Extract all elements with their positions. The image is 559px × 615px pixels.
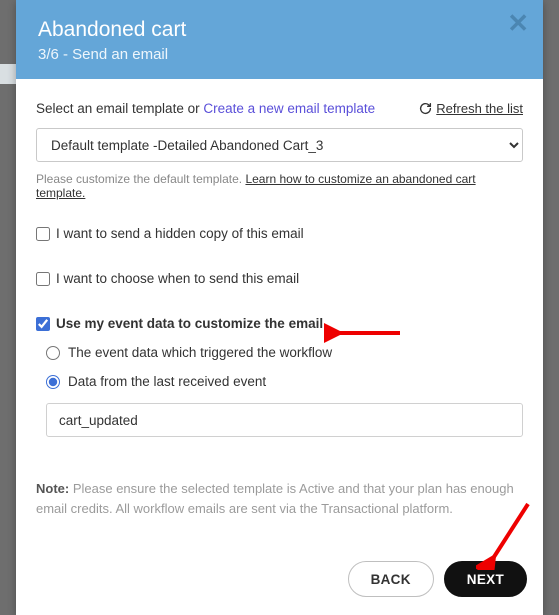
modal-backdrop: Abandoned cart 3/6 - Send an email ✕ Sel…: [0, 0, 559, 615]
note-label: Note:: [36, 481, 69, 496]
close-icon[interactable]: ✕: [507, 10, 529, 36]
template-row-top: Select an email template or Create a new…: [36, 101, 523, 116]
refresh-list-link[interactable]: Refresh the list: [419, 101, 523, 116]
choose-when-checkbox[interactable]: [36, 272, 50, 286]
hint-prefix: Please customize the default template.: [36, 172, 245, 186]
modal-body: Select an email template or Create a new…: [16, 79, 543, 551]
template-select[interactable]: Default template -Detailed Abandoned Car…: [36, 128, 523, 162]
hidden-copy-checkbox[interactable]: [36, 227, 50, 241]
refresh-label: Refresh the list: [436, 101, 523, 116]
hidden-copy-label: I want to send a hidden copy of this ema…: [56, 226, 304, 241]
back-button[interactable]: BACK: [348, 561, 434, 597]
refresh-icon: [419, 102, 432, 115]
radio-triggered-row[interactable]: The event data which triggered the workf…: [46, 345, 523, 360]
use-event-data-row[interactable]: Use my event data to customize the email: [36, 316, 523, 331]
modal-dialog: Abandoned cart 3/6 - Send an email ✕ Sel…: [16, 0, 543, 615]
use-event-data-label: Use my event data to customize the email: [56, 316, 323, 331]
use-event-data-checkbox[interactable]: [36, 317, 50, 331]
event-data-options: The event data which triggered the workf…: [36, 345, 523, 437]
note-text: Please ensure the selected template is A…: [36, 481, 514, 516]
next-button[interactable]: NEXT: [444, 561, 527, 597]
radio-last-received-row[interactable]: Data from the last received event: [46, 374, 523, 389]
modal-subtitle: 3/6 - Send an email: [38, 46, 521, 63]
radio-last-received[interactable]: [46, 375, 60, 389]
hidden-copy-row[interactable]: I want to send a hidden copy of this ema…: [36, 226, 523, 241]
modal-footer: BACK NEXT: [16, 551, 543, 615]
radio-last-received-label: Data from the last received event: [68, 374, 266, 389]
choose-when-label: I want to choose when to send this email: [56, 271, 299, 286]
choose-when-row[interactable]: I want to choose when to send this email: [36, 271, 523, 286]
select-prefix: Select an email template or: [36, 101, 203, 116]
note-block: Note: Please ensure the selected templat…: [36, 479, 523, 518]
customize-hint: Please customize the default template. L…: [36, 172, 523, 200]
background-strip: [0, 64, 16, 84]
event-name-input[interactable]: [46, 403, 523, 437]
select-template-label: Select an email template or Create a new…: [36, 101, 375, 116]
radio-triggered[interactable]: [46, 346, 60, 360]
modal-title: Abandoned cart: [38, 18, 521, 42]
modal-header: Abandoned cart 3/6 - Send an email ✕: [16, 0, 543, 79]
create-template-link[interactable]: Create a new email template: [203, 101, 375, 116]
radio-triggered-label: The event data which triggered the workf…: [68, 345, 332, 360]
